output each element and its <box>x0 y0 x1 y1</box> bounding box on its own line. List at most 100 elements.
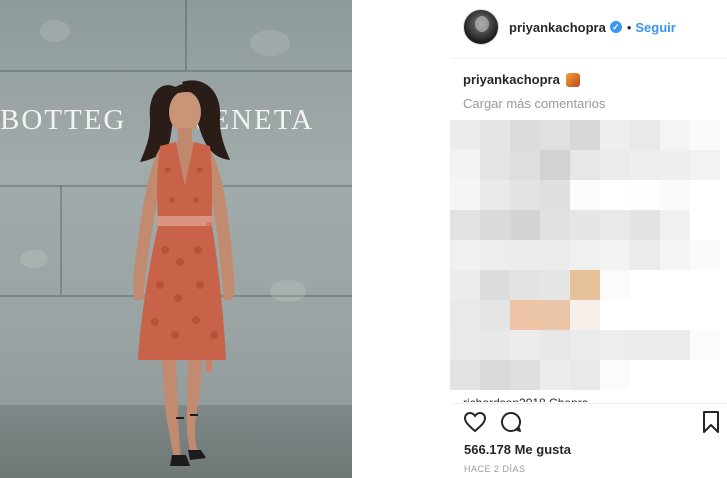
mosaic-cell <box>510 330 540 360</box>
mosaic-cell <box>510 360 540 390</box>
mosaic-cell <box>690 120 720 150</box>
mosaic-cell <box>480 180 510 210</box>
mosaic-cell <box>600 270 630 300</box>
mosaic-cell <box>450 360 480 390</box>
mosaic-cell <box>450 120 480 150</box>
mosaic-cell <box>600 240 630 270</box>
mosaic-cell <box>600 300 630 330</box>
mosaic-cell <box>480 330 510 360</box>
likes-count[interactable]: 566.178 Me gusta <box>464 442 571 457</box>
action-bar <box>463 410 721 436</box>
mosaic-cell <box>510 210 540 240</box>
mosaic-cell <box>480 360 510 390</box>
mosaic-cell <box>480 270 510 300</box>
mosaic-cell <box>450 300 480 330</box>
mosaic-cell <box>540 240 570 270</box>
mosaic-cell <box>690 150 720 180</box>
mosaic-cell <box>570 150 600 180</box>
mosaic-cell <box>480 120 510 150</box>
mosaic-cell <box>570 330 600 360</box>
mosaic-cell <box>540 150 570 180</box>
mosaic-cell <box>660 120 690 150</box>
mosaic-cell <box>630 210 660 240</box>
caption-username[interactable]: priyankachopra <box>463 72 560 87</box>
mosaic-cell <box>540 120 570 150</box>
bookmark-icon[interactable] <box>699 410 723 434</box>
mosaic-cell <box>510 300 540 330</box>
mosaic-cell <box>570 210 600 240</box>
mosaic-cell <box>540 270 570 300</box>
caption: priyankachopra <box>463 72 580 87</box>
mosaic-cell <box>540 360 570 390</box>
pixelated-comments <box>450 120 720 390</box>
avatar[interactable] <box>463 9 499 45</box>
mosaic-cell <box>510 180 540 210</box>
mosaic-cell <box>630 180 660 210</box>
header-username[interactable]: priyankachopra <box>509 20 606 35</box>
mosaic-cell <box>690 360 720 390</box>
mosaic-cell <box>600 330 630 360</box>
mosaic-cell <box>690 300 720 330</box>
mosaic-cell <box>690 330 720 360</box>
mosaic-cell <box>480 150 510 180</box>
person-figure <box>133 80 235 466</box>
mosaic-cell <box>450 210 480 240</box>
heart-icon[interactable] <box>463 410 487 434</box>
verified-badge-icon: ✓ <box>609 21 622 33</box>
load-more-comments-link[interactable]: Cargar más comentarios <box>463 96 605 111</box>
post-header: priyankachopra ✓ • Seguir <box>463 8 676 46</box>
mosaic-cell <box>630 120 660 150</box>
mosaic-cell <box>510 270 540 300</box>
mosaic-cell <box>570 240 600 270</box>
mosaic-cell <box>630 150 660 180</box>
mosaic-cell <box>570 180 600 210</box>
mosaic-cell <box>510 120 540 150</box>
emoji-icon <box>565 72 580 87</box>
mosaic-cell <box>480 300 510 330</box>
mosaic-cell <box>660 360 690 390</box>
mosaic-cell <box>660 270 690 300</box>
mosaic-cell <box>600 120 630 150</box>
mosaic-cell <box>450 330 480 360</box>
mosaic-cell <box>600 180 630 210</box>
header-divider <box>452 58 727 59</box>
mosaic-cell <box>660 150 690 180</box>
mosaic-cell <box>660 180 690 210</box>
mosaic-cell <box>600 150 630 180</box>
mosaic-cell <box>570 270 600 300</box>
mosaic-cell <box>660 210 690 240</box>
actions-divider <box>452 403 727 404</box>
mosaic-cell <box>660 240 690 270</box>
mosaic-cell <box>690 210 720 240</box>
comment-icon[interactable] <box>499 410 523 434</box>
mosaic-cell <box>630 300 660 330</box>
mosaic-cell <box>450 180 480 210</box>
mosaic-cell <box>450 240 480 270</box>
separator-dot: • <box>626 19 632 35</box>
mosaic-cell <box>690 270 720 300</box>
follow-button[interactable]: Seguir <box>635 20 675 35</box>
mosaic-cell <box>540 330 570 360</box>
mosaic-cell <box>450 150 480 180</box>
mosaic-cell <box>630 360 660 390</box>
mosaic-cell <box>510 240 540 270</box>
mosaic-cell <box>510 150 540 180</box>
mosaic-cell <box>600 360 630 390</box>
mosaic-cell <box>570 360 600 390</box>
mosaic-cell <box>660 330 690 360</box>
post-photo[interactable]: BOTTEG VENETA <box>0 0 352 478</box>
post-timestamp: HACE 2 DÍAS <box>464 464 526 474</box>
partial-comment: richardson2018 Chopra <box>463 396 588 402</box>
mosaic-cell <box>540 180 570 210</box>
mosaic-cell <box>690 240 720 270</box>
mosaic-cell <box>480 240 510 270</box>
mosaic-cell <box>690 180 720 210</box>
mosaic-cell <box>540 210 570 240</box>
mosaic-cell <box>480 210 510 240</box>
mosaic-cell <box>630 270 660 300</box>
mosaic-cell <box>630 240 660 270</box>
mosaic-cell <box>570 120 600 150</box>
mosaic-cell <box>660 300 690 330</box>
mosaic-cell <box>630 330 660 360</box>
mosaic-cell <box>450 270 480 300</box>
